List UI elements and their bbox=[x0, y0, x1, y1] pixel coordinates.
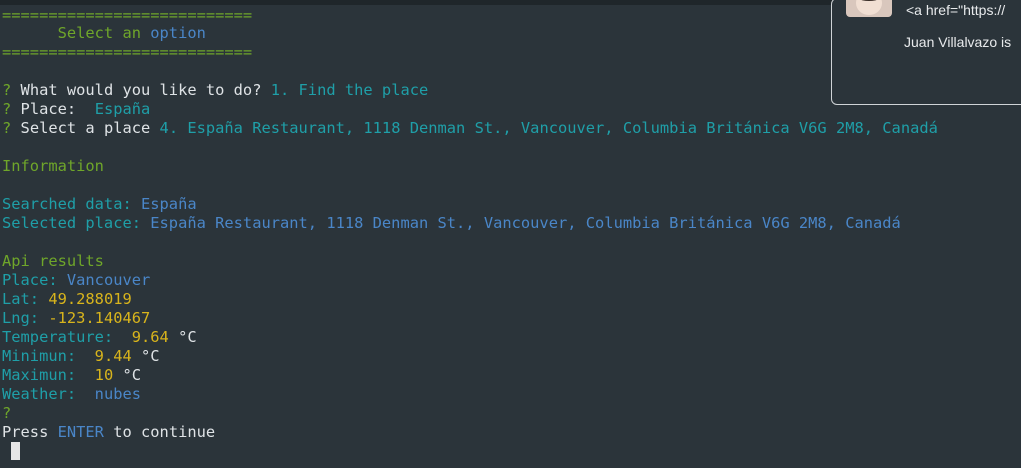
prompt-answer: 1. Find the place bbox=[270, 81, 429, 99]
menu-title-word: option bbox=[150, 24, 206, 42]
text-cursor bbox=[11, 442, 20, 460]
enter-key-label: ENTER bbox=[57, 423, 104, 441]
avatar-face bbox=[856, 0, 882, 15]
prompt-mark: ? bbox=[2, 100, 12, 118]
final-prompt-mark: ? bbox=[2, 404, 12, 422]
result-place-line: Place: Vancouver bbox=[2, 271, 150, 290]
result-minimum-unit: °C bbox=[131, 347, 160, 365]
searched-data-label: Searched data: bbox=[2, 195, 141, 213]
result-lat-label: Lat: bbox=[2, 290, 49, 308]
selected-place-label: Selected place: bbox=[2, 214, 151, 232]
result-maximum-unit: °C bbox=[113, 366, 142, 384]
searched-data-line: Searched data: España bbox=[2, 195, 197, 214]
result-lat-value: 49.288019 bbox=[48, 290, 132, 308]
information-heading: Information bbox=[2, 157, 104, 175]
result-weather-line: Weather: nubes bbox=[2, 385, 141, 404]
avatar bbox=[846, 0, 892, 17]
press-enter-line: Press ENTER to continue bbox=[2, 423, 215, 442]
result-temperature-value: 9.64 bbox=[131, 328, 169, 346]
notification-sender-text: Juan Villalvazo is bbox=[904, 34, 1012, 50]
prompt-mark: ? bbox=[2, 81, 12, 99]
searched-data-value: España bbox=[141, 195, 197, 213]
prompt-select-place: ? Select a place 4. España Restaurant, 1… bbox=[2, 119, 938, 138]
result-weather-value: nubes bbox=[94, 385, 142, 403]
press-enter-suffix: to continue bbox=[103, 423, 216, 441]
result-minimum-value: 9.44 bbox=[94, 347, 132, 365]
result-lng-value: -123.140467 bbox=[48, 309, 151, 327]
terminal-window[interactable]: =========================== Select an op… bbox=[0, 0, 1021, 468]
result-weather-label: Weather: bbox=[2, 385, 95, 403]
prompt-question: Select a place bbox=[11, 119, 160, 137]
result-maximum-line: Maximun: 10 °C bbox=[2, 366, 141, 385]
notification-popup[interactable]: <a href="https:// Juan Villalvazo is bbox=[831, 0, 1021, 105]
prompt-question: Place: bbox=[11, 100, 95, 118]
result-minimum-label: Minimun: bbox=[2, 347, 95, 365]
result-maximum-label: Maximun: bbox=[2, 366, 95, 384]
prompt-action: ? What would you like to do? 1. Find the… bbox=[2, 81, 428, 100]
result-temperature-line: Temperature: 9.64 °C bbox=[2, 328, 197, 347]
menu-separator-bottom: =========================== bbox=[2, 43, 253, 61]
result-temperature-unit: °C bbox=[168, 328, 197, 346]
press-enter-prefix: Press bbox=[2, 423, 58, 441]
prompt-place: ? Place: España bbox=[2, 100, 150, 119]
result-place-label: Place: bbox=[2, 271, 67, 289]
prompt-mark: ? bbox=[2, 119, 12, 137]
result-temperature-label: Temperature: bbox=[2, 328, 132, 346]
result-minimum-line: Minimun: 9.44 °C bbox=[2, 347, 160, 366]
result-place-value: Vancouver bbox=[66, 271, 151, 289]
menu-title: Select an option bbox=[2, 24, 206, 43]
api-results-heading: Api results bbox=[2, 252, 104, 270]
menu-title-prefix: Select an bbox=[2, 24, 151, 42]
menu-separator-top: =========================== bbox=[2, 6, 253, 24]
result-lng-label: Lng: bbox=[2, 309, 49, 327]
result-lat-line: Lat: 49.288019 bbox=[2, 290, 132, 309]
notification-message-snippet: <a href="https:// bbox=[906, 2, 1006, 18]
selected-place-value: España Restaurant, 1118 Denman St., Vanc… bbox=[150, 214, 901, 232]
prompt-answer: España bbox=[94, 100, 151, 118]
result-maximum-value: 10 bbox=[94, 366, 114, 384]
prompt-question: What would you like to do? bbox=[11, 81, 271, 99]
selected-place-line: Selected place: España Restaurant, 1118 … bbox=[2, 214, 901, 233]
result-lng-line: Lng: -123.140467 bbox=[2, 309, 150, 328]
prompt-answer: 4. España Restaurant, 1118 Denman St., V… bbox=[159, 119, 938, 137]
